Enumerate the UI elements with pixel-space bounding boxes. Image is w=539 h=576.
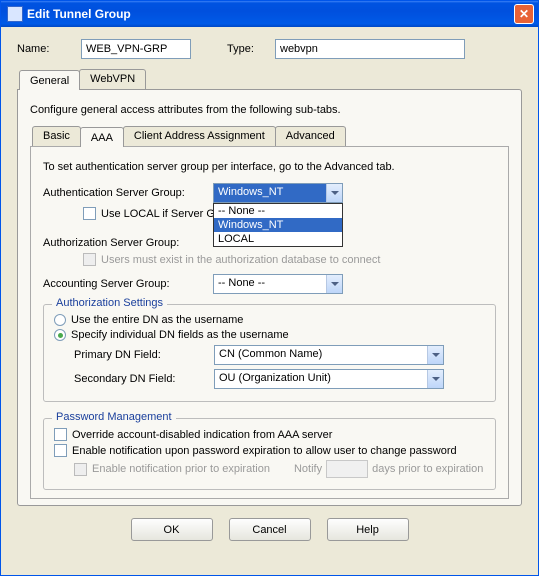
pw-mgmt-fieldset: Password Management Override account-dis… (43, 418, 496, 490)
enable-notif-checkbox[interactable] (54, 444, 67, 457)
edit-tunnel-group-window: Edit Tunnel Group ✕ Name: Type: General … (0, 0, 539, 576)
outer-tab-row: General WebVPN (19, 69, 522, 89)
titlebar: Edit Tunnel Group ✕ (1, 1, 538, 27)
authn-label: Authentication Server Group: (43, 187, 213, 199)
acct-value: -- None -- (214, 275, 326, 293)
chevron-down-icon (326, 184, 342, 202)
tab-general[interactable]: General (19, 70, 80, 90)
authn-value: Windows_NT (214, 184, 326, 202)
window-title: Edit Tunnel Group (27, 7, 514, 21)
subtab-advanced[interactable]: Advanced (275, 126, 346, 146)
ok-button[interactable]: OK (131, 518, 213, 541)
notify-label: Notify (294, 463, 322, 475)
radio-entire-dn-label: Use the entire DN as the username (71, 314, 243, 326)
use-local-label: Use LOCAL if Server Gro (101, 208, 225, 220)
authn-row: Authentication Server Group: Windows_NT … (43, 183, 496, 203)
authn-option-local[interactable]: LOCAL (214, 232, 342, 246)
subtab-basic[interactable]: Basic (32, 126, 81, 146)
help-button[interactable]: Help (327, 518, 409, 541)
secondary-dn-select[interactable]: OU (Organization Unit) (214, 369, 444, 389)
enable-notif-label: Enable notification upon password expira… (72, 445, 457, 457)
authz-settings-fieldset: Authorization Settings Use the entire DN… (43, 304, 496, 402)
pw-mgmt-legend: Password Management (52, 411, 176, 423)
outer-tabs: General WebVPN Configure general access … (17, 69, 522, 506)
override-row: Override account-disabled indication fro… (54, 428, 485, 441)
secondary-dn-value: OU (Organization Unit) (215, 370, 427, 388)
authn-option-none[interactable]: -- None -- (214, 204, 342, 218)
name-input[interactable] (81, 39, 191, 59)
prior-checkbox (74, 463, 87, 476)
type-label: Type: (227, 43, 267, 55)
secondary-dn-label: Secondary DN Field: (74, 373, 214, 385)
type-input[interactable] (275, 39, 465, 59)
authz-users-checkbox (83, 253, 96, 266)
cancel-button[interactable]: Cancel (229, 518, 311, 541)
override-label: Override account-disabled indication fro… (72, 429, 332, 441)
radio-specify[interactable] (54, 329, 66, 341)
inner-tab-row: Basic AAA Client Address Assignment Adva… (32, 126, 509, 146)
aaa-tab-body: To set authentication server group per i… (30, 146, 509, 499)
footer-buttons: OK Cancel Help (17, 518, 522, 541)
prior-row: Enable notification prior to expiration … (74, 460, 485, 478)
radio-entire-dn-row: Use the entire DN as the username (54, 314, 485, 326)
authn-select[interactable]: Windows_NT -- None -- Windows_NT LOCAL (213, 183, 343, 203)
radio-specify-label: Specify individual DN fields as the user… (71, 329, 289, 341)
radio-entire-dn[interactable] (54, 314, 66, 326)
radio-specify-row: Specify individual DN fields as the user… (54, 329, 485, 341)
general-tab-body: Configure general access attributes from… (17, 89, 522, 506)
chevron-down-icon (326, 275, 342, 293)
subtab-client-addr[interactable]: Client Address Assignment (123, 126, 276, 146)
chevron-down-icon (427, 346, 443, 364)
use-local-checkbox[interactable] (83, 207, 96, 220)
app-icon (7, 6, 23, 22)
primary-dn-value: CN (Common Name) (215, 346, 427, 364)
authz-label: Authorization Server Group: (43, 237, 213, 249)
days-label: days prior to expiration (372, 463, 483, 475)
override-checkbox[interactable] (54, 428, 67, 441)
acct-label: Accounting Server Group: (43, 278, 213, 290)
authn-dropdown: -- None -- Windows_NT LOCAL (213, 203, 343, 247)
inner-tabs: Basic AAA Client Address Assignment Adva… (30, 126, 509, 499)
acct-select[interactable]: -- None -- (213, 274, 343, 294)
authz-users-label: Users must exist in the authorization da… (101, 254, 380, 266)
name-label: Name: (17, 43, 73, 55)
enable-notif-row: Enable notification upon password expira… (54, 444, 485, 457)
tab-webvpn[interactable]: WebVPN (79, 69, 146, 89)
authz-settings-legend: Authorization Settings (52, 297, 167, 309)
close-button[interactable]: ✕ (514, 4, 534, 24)
authn-option-windows-nt[interactable]: Windows_NT (214, 218, 342, 232)
primary-dn-label: Primary DN Field: (74, 349, 214, 361)
primary-dn-row: Primary DN Field: CN (Common Name) (74, 345, 485, 365)
header-row: Name: Type: (17, 39, 522, 59)
secondary-dn-row: Secondary DN Field: OU (Organization Uni… (74, 369, 485, 389)
content-area: Name: Type: General WebVPN Configure gen… (1, 27, 538, 549)
chevron-down-icon (427, 370, 443, 388)
general-instruction: Configure general access attributes from… (30, 104, 509, 116)
subtab-aaa[interactable]: AAA (80, 127, 124, 147)
close-icon: ✕ (519, 7, 529, 21)
prior-label: Enable notification prior to expiration (92, 463, 270, 475)
authz-users-row: Users must exist in the authorization da… (83, 253, 496, 266)
acct-row: Accounting Server Group: -- None -- (43, 274, 496, 294)
notify-days-input (326, 460, 368, 478)
aaa-note: To set authentication server group per i… (43, 161, 496, 173)
primary-dn-select[interactable]: CN (Common Name) (214, 345, 444, 365)
